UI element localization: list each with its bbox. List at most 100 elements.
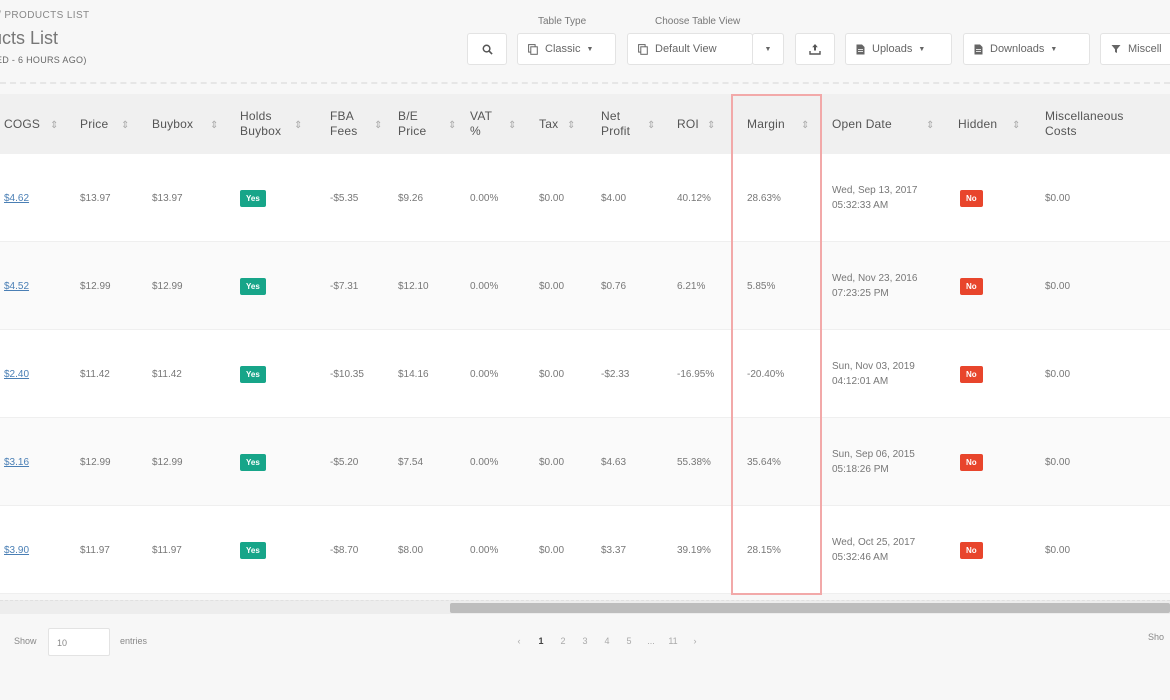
pagination-page-3[interactable]: 3: [574, 636, 596, 646]
sort-icon: ⇕: [448, 120, 457, 131]
showing-info: Sho: [1148, 632, 1165, 642]
sort-icon: ⇕: [50, 120, 59, 131]
filter-icon: [1111, 45, 1121, 53]
hidden-badge: No: [960, 154, 983, 242]
copy-icon: [528, 43, 538, 55]
column-header-fba-fees[interactable]: FBA Fees ⇕: [330, 94, 388, 154]
fba-fees-cell: -$10.35: [330, 368, 364, 380]
pagination-page-11[interactable]: 11: [662, 636, 684, 646]
cogs-cell[interactable]: $4.52: [4, 242, 29, 330]
price-cell: $11.42: [80, 368, 110, 380]
roi-cell: 39.19%: [677, 544, 711, 556]
open-date-time: 04:12:01 AM: [832, 376, 889, 387]
holds-buybox-badge: Yes: [240, 242, 266, 330]
column-header-holds-buybox[interactable]: Holds Buybox ⇕: [240, 94, 310, 154]
holds-buybox-badge: Yes: [240, 506, 266, 594]
open-date-day: Sun, Sep 06, 2015: [832, 449, 915, 460]
be-price-cell: $14.16: [398, 368, 429, 380]
sort-icon: ⇕: [647, 120, 656, 131]
misc-costs-cell: $0.00: [1045, 280, 1071, 292]
open-date-text: Sun, Nov 03, 2019 04:12:01 AM: [832, 359, 915, 389]
table-row[interactable]: $4.62 $13.97 $13.97 Yes -$5.35 $9.26 0.00% $0.0…: [0, 154, 1170, 242]
column-header-margin[interactable]: Margin ⇕: [747, 94, 817, 154]
file-icon: [974, 44, 983, 54]
open-date-cell: Wed, Sep 13, 2017 05:32:33 AM: [832, 154, 917, 242]
sort-icon: ⇕: [374, 120, 383, 131]
chevron-down-icon: ▼: [586, 45, 594, 53]
table-view-dropdown-button[interactable]: ▼: [752, 33, 784, 65]
open-date-cell: Wed, Nov 23, 2016 07:23:25 PM: [832, 242, 917, 330]
table-type-select[interactable]: Classic ▼: [517, 33, 616, 65]
roi-cell: 40.12%: [677, 192, 711, 204]
holds-buybox-badge: Yes: [240, 418, 266, 506]
be-price-cell: $12.10: [398, 280, 429, 292]
misc-costs-cell: $0.00: [1045, 368, 1071, 380]
sort-icon: ⇕: [1012, 120, 1021, 131]
column-header-vat[interactable]: VAT % ⇕: [470, 94, 525, 154]
column-header-buybox[interactable]: Buybox ⇕: [152, 94, 227, 154]
margin-cell: 5.85%: [747, 280, 776, 292]
table-view-select[interactable]: Default View: [627, 33, 753, 65]
column-header-be-price[interactable]: B/E Price ⇕: [398, 94, 464, 154]
holds-buybox-badge: Yes: [240, 330, 266, 418]
pagination-page-1[interactable]: 1: [530, 636, 552, 646]
column-header-price[interactable]: Price ⇕: [80, 94, 140, 154]
page-title: ucts List: [0, 28, 59, 48]
yes-badge: Yes: [240, 277, 266, 295]
column-header-roi[interactable]: ROI ⇕: [677, 94, 732, 154]
table-row[interactable]: $4.52 $12.99 $12.99 Yes -$7.31 $12.10 0.00% $0.…: [0, 242, 1170, 330]
scrollbar-thumb[interactable]: [450, 603, 1170, 613]
column-header-cogs[interactable]: COGS ⇕: [4, 94, 64, 154]
miscellaneous-label: Miscell: [1128, 43, 1162, 55]
column-header-open-date[interactable]: Open Date ⇕: [832, 94, 942, 154]
cogs-cell[interactable]: $4.62: [4, 154, 29, 242]
column-header-tax[interactable]: Tax ⇕: [539, 94, 594, 154]
breadcrumb: / PRODUCTS LIST: [0, 10, 90, 21]
pagination-next[interactable]: ›: [684, 636, 706, 646]
table-footer: Show 10 entries ‹ 1 2 3 4 5 ... 11 › Sho: [0, 614, 1170, 700]
net-profit-cell: -$2.33: [601, 368, 630, 380]
column-header-miscellaneous-costs[interactable]: Miscellaneous Costs: [1045, 94, 1170, 154]
vat-cell: 0.00%: [470, 280, 499, 292]
pagination-page-2[interactable]: 2: [552, 636, 574, 646]
entries-label: entries: [120, 636, 148, 646]
tax-cell: $0.00: [539, 456, 565, 468]
open-date-day: Sun, Nov 03, 2019: [832, 361, 915, 372]
table-row[interactable]: $3.90 $11.97 $11.97 Yes -$8.70 $8.00 0.00% $0.0…: [0, 506, 1170, 594]
downloads-label: Downloads: [990, 43, 1045, 55]
no-badge: No: [960, 453, 983, 471]
column-header-net-profit[interactable]: Net Profit ⇕: [601, 94, 667, 154]
net-profit-cell: $0.76: [601, 280, 627, 292]
entries-per-page-select[interactable]: 10: [48, 628, 110, 656]
tax-cell: $0.00: [539, 544, 565, 556]
search-button[interactable]: [467, 33, 507, 65]
open-date-time: 05:32:46 AM: [832, 552, 889, 563]
open-date-cell: Wed, Oct 25, 2017 05:32:46 AM: [832, 506, 915, 594]
table-row[interactable]: $2.40 $11.42 $11.42 Yes -$10.35 $14.16 0.00% $0…: [0, 330, 1170, 418]
table-header-row: COGS ⇕ Price ⇕ Buybox ⇕ Holds Buybox ⇕ FBA F…: [0, 94, 1170, 154]
pagination-page-5[interactable]: 5: [618, 636, 640, 646]
price-cell: $11.97: [80, 544, 110, 556]
pagination-prev[interactable]: ‹: [508, 636, 530, 646]
cogs-cell[interactable]: $2.40: [4, 330, 29, 418]
column-header-hidden[interactable]: Hidden ⇕: [958, 94, 1028, 154]
cogs-cell[interactable]: $3.90: [4, 506, 29, 594]
open-date-text: Wed, Oct 25, 2017 05:32:46 AM: [832, 535, 915, 565]
net-profit-cell: $4.00: [601, 192, 627, 204]
table-row[interactable]: $3.16 $12.99 $12.99 Yes -$5.20 $7.54 0.00% $0.0…: [0, 418, 1170, 506]
downloads-button[interactable]: Downloads ▼: [963, 33, 1090, 65]
miscellaneous-button[interactable]: Miscell: [1100, 33, 1170, 65]
last-updated-text: ED - 6 HOURS AGO): [0, 55, 87, 65]
buybox-cell: $12.99: [152, 456, 183, 468]
table-type-value: Classic: [545, 43, 581, 55]
save-view-button[interactable]: [795, 33, 835, 65]
buybox-cell: $12.99: [152, 280, 183, 292]
price-cell: $12.99: [80, 456, 111, 468]
file-icon: [856, 44, 865, 54]
pagination-page-4[interactable]: 4: [596, 636, 618, 646]
net-profit-cell: $3.37: [601, 544, 627, 556]
uploads-button[interactable]: Uploads ▼: [845, 33, 952, 65]
cogs-cell[interactable]: $3.16: [4, 418, 29, 506]
horizontal-scrollbar[interactable]: [0, 600, 1170, 614]
sort-icon: ⇕: [294, 120, 303, 131]
